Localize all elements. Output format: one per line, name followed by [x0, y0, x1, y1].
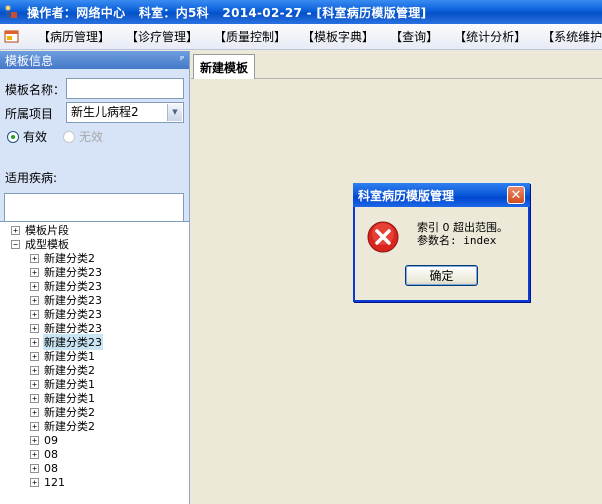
tree-node-label: 08 [44, 461, 58, 475]
mdi-window-icon[interactable] [4, 29, 20, 45]
expand-icon[interactable]: + [30, 267, 39, 277]
tree-node[interactable]: − 成型模板 [11, 237, 70, 251]
tree-node[interactable]: + 新建分类2 [30, 419, 96, 433]
project-select-value: 新生儿病程2 [71, 105, 139, 119]
menu-bar: 【病历管理】 【诊疗管理】 【质量控制】 【模板字典】 【查询】 【统计分析】 … [0, 24, 602, 50]
project-label: 所属项目 [5, 107, 54, 121]
tree-node[interactable]: +08 [30, 461, 59, 475]
dialog-message: 索引 0 超出范围。 参数名: index [417, 221, 508, 247]
expand-icon[interactable]: + [30, 323, 39, 333]
menu-query[interactable]: 【查询】 [382, 28, 446, 45]
expand-icon[interactable]: + [30, 351, 39, 361]
app-icon [3, 4, 19, 20]
radio-valid-indicator [7, 130, 19, 143]
tree-node[interactable]: + 新建分类23 [30, 334, 103, 350]
expand-icon[interactable]: + [30, 337, 39, 347]
tree-node[interactable]: + 新建分类23 [30, 321, 103, 335]
expand-icon[interactable]: + [30, 295, 39, 305]
tab-new-template[interactable]: 新建模板 [193, 54, 255, 79]
disease-label: 适用疾病: [5, 171, 58, 185]
panel-header: 模板信息 ᴾ [0, 51, 189, 69]
tree-node[interactable]: + 新建分类23 [30, 265, 103, 279]
tree-node-label: 08 [44, 447, 58, 461]
expand-icon[interactable]: + [30, 463, 39, 473]
menu-quality-control[interactable]: 【质量控制】 [206, 28, 294, 45]
dialog-message-line1: 索引 0 超出范围。 [417, 221, 508, 234]
ok-button[interactable]: 确定 [405, 265, 478, 286]
dropdown-arrow-icon[interactable]: ▼ [167, 104, 182, 121]
error-dialog: 科室病历模版管理 ✕ 索引 0 超出范围。 参数名: index 确定 [353, 183, 530, 302]
expand-icon[interactable]: + [30, 309, 39, 319]
expand-icon[interactable]: + [30, 253, 39, 263]
tree-node[interactable]: + 新建分类1 [30, 349, 96, 363]
dialog-title-bar: 科室病历模版管理 ✕ [353, 183, 530, 207]
template-name-input[interactable] [66, 78, 184, 99]
project-select[interactable]: 新生儿病程2 ▼ [66, 102, 184, 123]
tree-node[interactable]: + 新建分类2 [30, 363, 96, 377]
expand-icon[interactable]: + [30, 281, 39, 291]
window-title: 操作者：网络中心 科室：内5科 2014-02-27 - [科室病历模版管理] [27, 5, 427, 20]
template-form: 模板名称： 所属项目 新生儿病程2 ▼ 有效 无效 适用疾病: [0, 69, 189, 237]
expand-icon[interactable]: + [30, 379, 39, 389]
tree-node[interactable]: + 新建分类23 [30, 279, 103, 293]
title-bar: 操作者：网络中心 科室：内5科 2014-02-27 - [科室病历模版管理] [0, 0, 602, 24]
pin-icon[interactable]: ᴾ [180, 54, 184, 67]
tree-node[interactable]: + 新建分类2 [30, 251, 96, 265]
expand-icon[interactable]: + [30, 407, 39, 417]
expand-icon[interactable]: + [30, 421, 39, 431]
radio-valid-label: 有效 [23, 130, 48, 144]
template-info-panel: 模板信息 ᴾ 模板名称： 所属项目 新生儿病程2 ▼ 有效 无效 适用疾病: +… [0, 51, 190, 504]
expand-icon[interactable]: + [30, 365, 39, 375]
tree-node[interactable]: +121 [30, 475, 66, 489]
tree-node[interactable]: + 新建分类1 [30, 377, 96, 391]
tree-node[interactable]: + 新建分类23 [30, 307, 103, 321]
tree-node[interactable]: +08 [30, 447, 59, 461]
template-name-label: 模板名称： [5, 83, 66, 97]
tree-node[interactable]: + 新建分类2 [30, 405, 96, 419]
tree-node[interactable]: + 新建分类23 [30, 293, 103, 307]
radio-invalid-indicator [63, 130, 75, 143]
tree-node-label: 09 [44, 433, 58, 447]
dialog-title: 科室病历模版管理 [358, 188, 455, 203]
expand-icon[interactable]: + [30, 435, 39, 445]
radio-valid[interactable]: 有效 [7, 128, 47, 145]
radio-invalid[interactable]: 无效 [63, 128, 103, 145]
collapse-icon[interactable]: − [11, 239, 20, 249]
tab-strip: 新建模板 [191, 51, 602, 79]
close-icon[interactable]: ✕ [507, 186, 525, 204]
expand-icon[interactable]: + [30, 477, 39, 487]
expand-icon[interactable]: + [11, 225, 20, 235]
expand-icon[interactable]: + [30, 393, 39, 403]
panel-title: 模板信息 [5, 53, 54, 68]
dialog-message-line2: 参数名: index [417, 234, 497, 247]
tree-node[interactable]: + 模板片段 [11, 223, 70, 237]
menu-statistics[interactable]: 【统计分析】 [446, 28, 534, 45]
tree-node[interactable]: +09 [30, 433, 59, 447]
menu-medical-records[interactable]: 【病历管理】 [30, 28, 118, 45]
error-icon [367, 221, 399, 253]
menu-system-maintenance[interactable]: 【系统维护】 [534, 28, 602, 45]
menu-diagnosis-treatment[interactable]: 【诊疗管理】 [118, 28, 206, 45]
tree-node-label: 121 [44, 475, 65, 489]
tree-node-label: 新建分类2 [44, 420, 95, 433]
menu-template-dictionary[interactable]: 【模板字典】 [294, 28, 382, 45]
tree-node[interactable]: + 新建分类1 [30, 391, 96, 405]
template-tree[interactable]: + 模板片段 − 成型模板 + 新建分类2 + 新建分类23 + 新建分类23 + 新建分类23 + 新建… [0, 221, 189, 504]
expand-icon[interactable]: + [30, 449, 39, 459]
radio-invalid-label: 无效 [79, 130, 104, 144]
